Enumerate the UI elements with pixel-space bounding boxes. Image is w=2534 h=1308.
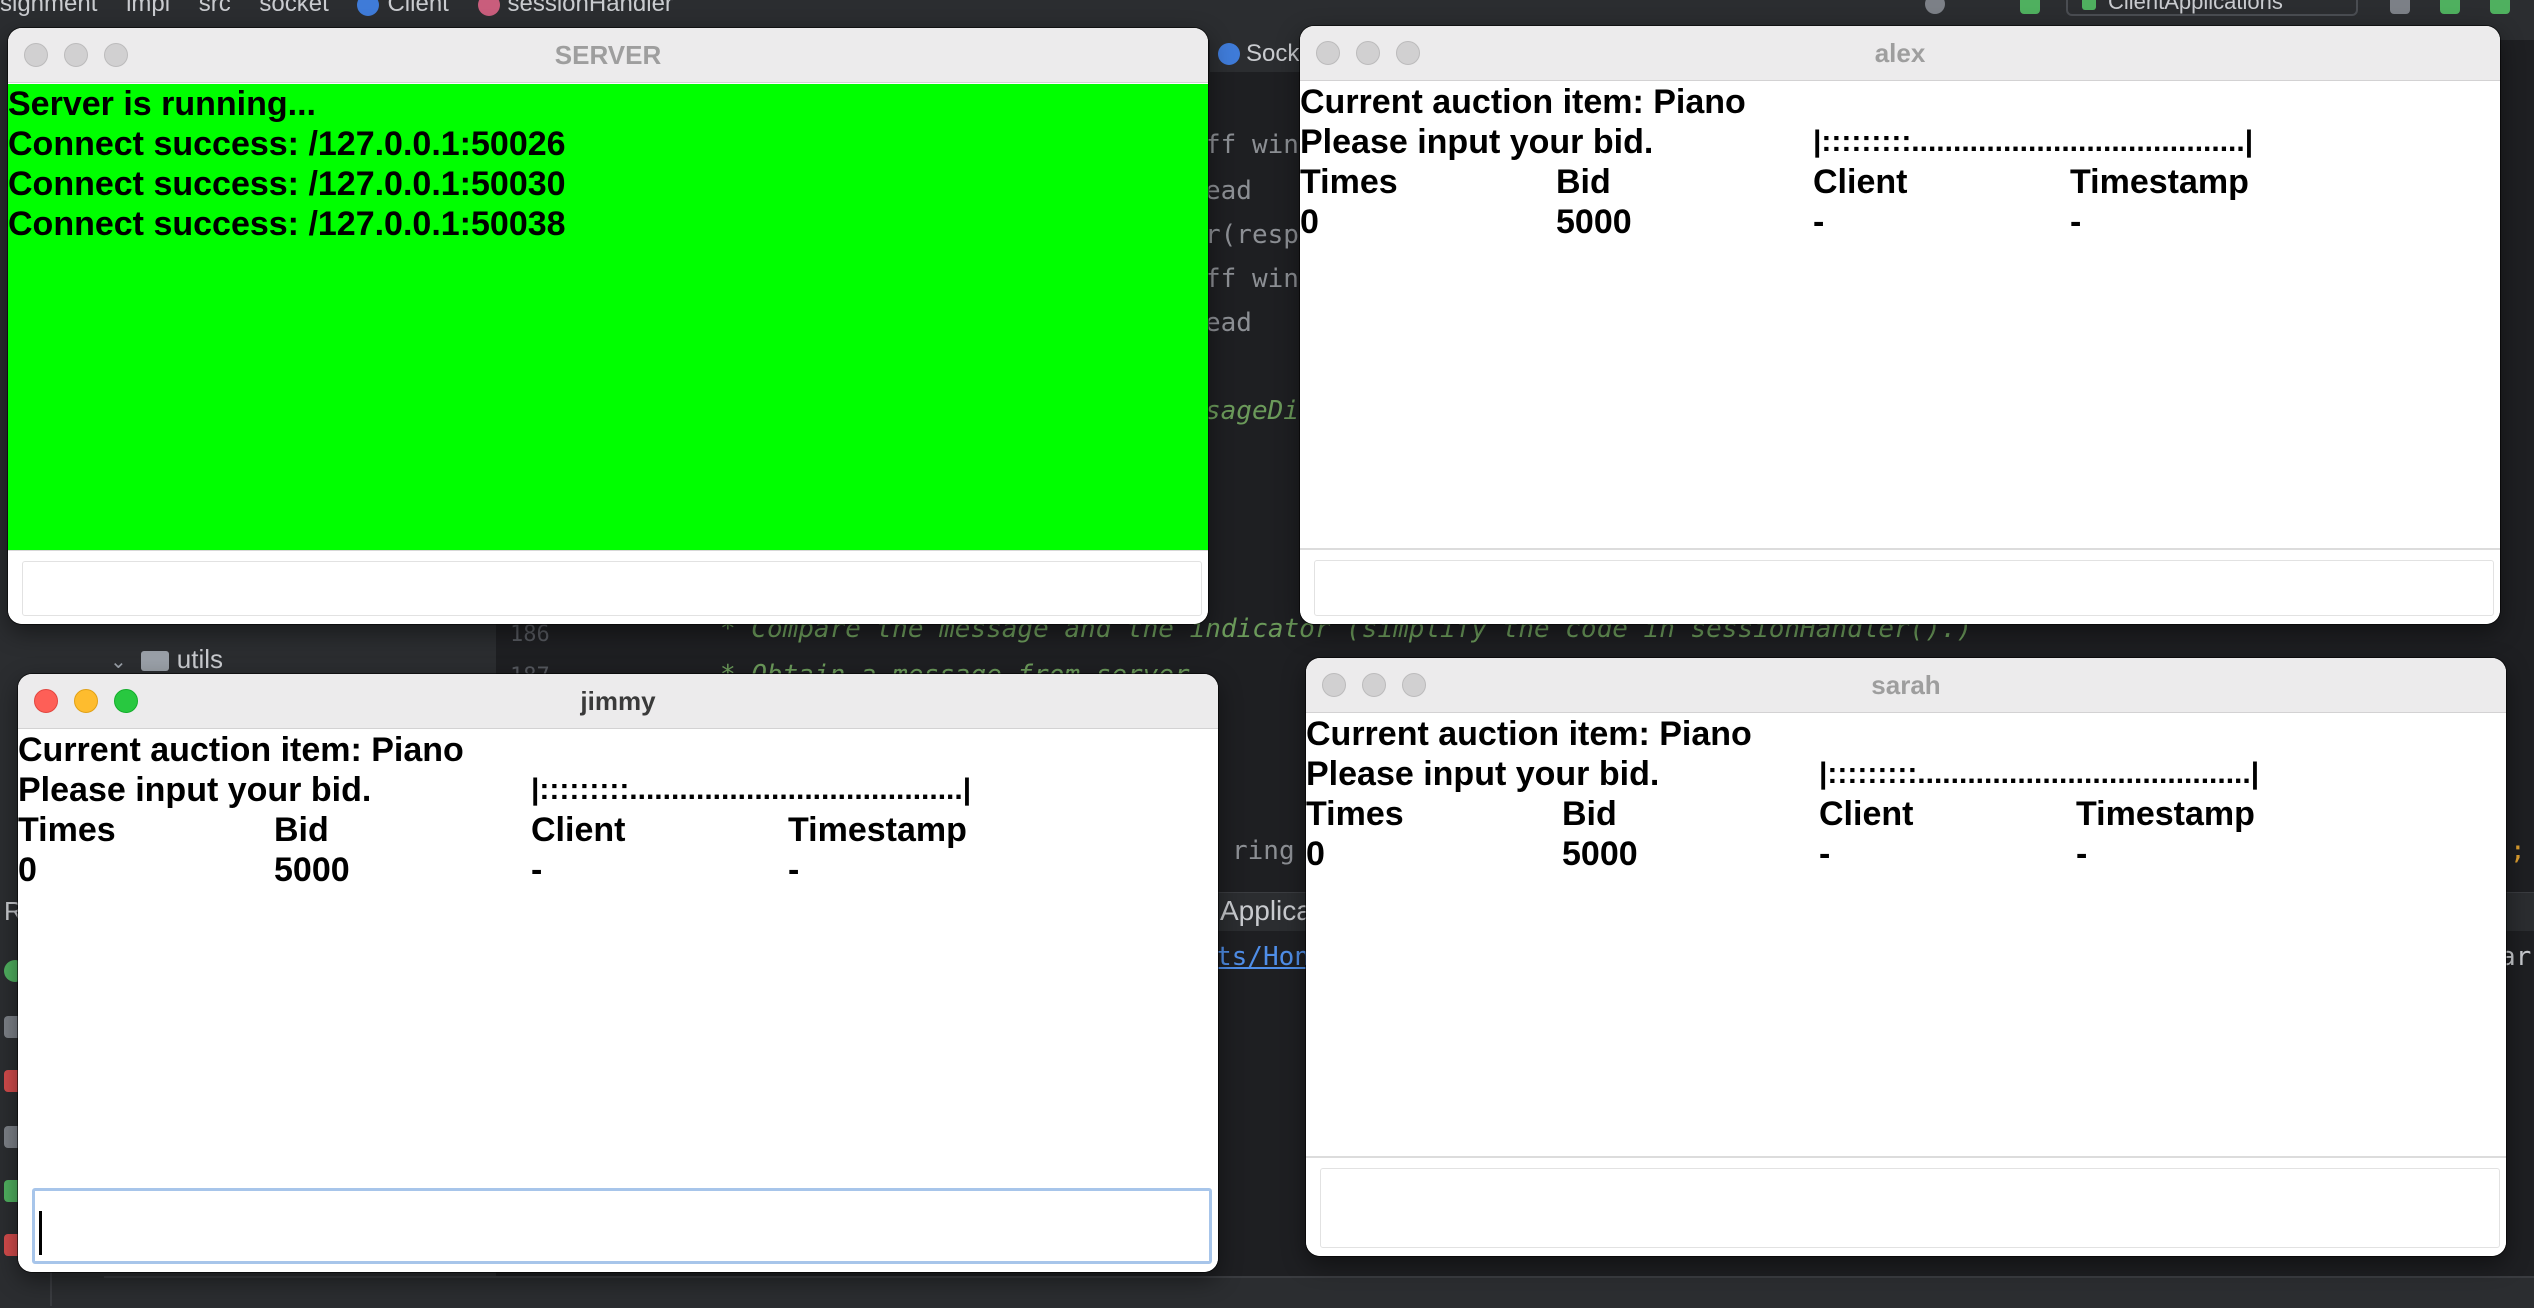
table-cell: - <box>788 851 800 889</box>
table-cell: 0 <box>1300 203 1319 241</box>
bid-input-area <box>1306 1156 2506 1256</box>
log-line: Connect success: /127.0.0.1:50026 <box>8 125 566 163</box>
bid-input[interactable] <box>1320 1168 2500 1248</box>
line-number: 186 <box>510 622 550 647</box>
column-header: Times <box>1300 163 1398 201</box>
code-line: sageDi <box>1205 396 1299 426</box>
table-cell: 5000 <box>1562 835 1638 873</box>
table-cell: - <box>1813 203 1825 241</box>
server-input[interactable] <box>22 561 1202 616</box>
breadcrumb-item[interactable]: impl <box>126 0 170 17</box>
bid-prompt: Please input your bid. <box>1300 123 1654 161</box>
bid-input[interactable] <box>32 1188 1212 1264</box>
table-cell: 0 <box>1306 835 1325 873</box>
column-header: Client <box>531 811 626 849</box>
tree-item-utils[interactable]: ⌄ utils <box>110 644 223 675</box>
table-cell: - <box>2070 203 2082 241</box>
chevron-down-icon: ⌄ <box>110 651 127 673</box>
ide-toolbar: signment impl src socket Client sessionH… <box>0 0 2534 18</box>
auction-display: Current auction item: Piano Please input… <box>18 730 1218 1176</box>
bid-prompt: Please input your bid. <box>1306 755 1660 793</box>
breadcrumb-item[interactable]: signment <box>0 0 97 17</box>
build-icon[interactable] <box>2020 0 2040 14</box>
column-header: Client <box>1819 795 1914 833</box>
app-icon <box>2082 0 2096 10</box>
table-cell: 0 <box>18 851 37 889</box>
auction-item-label: Current auction item: Piano <box>18 731 464 769</box>
window-title: sarah <box>1871 670 1941 700</box>
auction-item-label: Current auction item: Piano <box>1300 83 1746 121</box>
console-link[interactable]: ts/Hon <box>1216 942 1310 972</box>
log-line: Connect success: /127.0.0.1:50038 <box>8 205 566 243</box>
breadcrumb-item[interactable]: src <box>199 0 231 17</box>
column-header: Client <box>1813 163 1908 201</box>
column-header: Timestamp <box>2070 163 2249 201</box>
column-header: Bid <box>1562 795 1617 833</box>
code-line: ; <box>2510 836 2526 866</box>
window-title: jimmy <box>580 686 656 716</box>
user-icon[interactable] <box>1925 0 1945 14</box>
code-line: r(resp <box>1205 220 1299 250</box>
status-bar <box>104 1276 2534 1308</box>
column-header: Times <box>1306 795 1404 833</box>
table-cell: 5000 <box>1556 203 1632 241</box>
window-title: alex <box>1874 38 1926 68</box>
code-line: ff win <box>1205 264 1299 294</box>
countdown-bar: |:::::::::..............................… <box>1813 125 2254 158</box>
log-line: Server is running... <box>8 85 316 123</box>
bid-input[interactable] <box>1314 560 2494 616</box>
bid-input-area <box>1300 548 2500 624</box>
text-caret <box>39 1211 42 1255</box>
breadcrumb: signment impl src socket Client sessionH… <box>0 0 695 18</box>
gear-icon[interactable] <box>2440 0 2460 14</box>
server-window[interactable]: SERVER Server is running... Connect succ… <box>8 28 1208 624</box>
debug-icon[interactable] <box>2390 0 2410 14</box>
run-configuration-select[interactable]: ClientApplications <box>2066 0 2358 16</box>
class-icon <box>1218 43 1240 65</box>
bid-prompt: Please input your bid. <box>18 771 372 809</box>
editor-tab[interactable]: Sock <box>1210 36 1300 72</box>
folder-icon <box>140 651 169 672</box>
run-panel-tab[interactable]: Applica <box>1220 895 1312 927</box>
title-bar[interactable]: jimmy <box>18 674 1218 729</box>
code-line: ff win <box>1205 130 1299 160</box>
column-header: Bid <box>1556 163 1611 201</box>
countdown-bar: |:::::::::..............................… <box>531 773 972 806</box>
server-log-area[interactable]: Server is running... Connect success: /1… <box>8 84 1208 550</box>
run-icon[interactable] <box>2490 0 2510 14</box>
table-cell: - <box>2076 835 2088 873</box>
auction-display: Current auction item: Piano Please input… <box>1300 82 2500 548</box>
column-header: Timestamp <box>788 811 967 849</box>
auction-display: Current auction item: Piano Please input… <box>1306 714 2506 1156</box>
column-header: Bid <box>274 811 329 849</box>
method-icon <box>477 0 500 16</box>
breadcrumb-item-method[interactable]: sessionHandler <box>477 0 673 17</box>
breadcrumb-item-client[interactable]: Client <box>357 0 449 17</box>
window-title: SERVER <box>554 40 662 70</box>
table-cell: - <box>531 851 543 889</box>
client-window-jimmy[interactable]: jimmy Current auction item: Piano Please… <box>18 674 1218 1272</box>
breadcrumb-item[interactable]: socket <box>259 0 328 17</box>
table-cell: - <box>1819 835 1831 873</box>
title-bar[interactable]: sarah <box>1306 658 2506 713</box>
auction-item-label: Current auction item: Piano <box>1306 715 1752 753</box>
log-line: Connect success: /127.0.0.1:50030 <box>8 165 566 203</box>
code-line: ead <box>1205 308 1252 338</box>
client-window-alex[interactable]: alex Current auction item: Piano Please … <box>1300 26 2500 624</box>
server-input-area <box>8 550 1208 624</box>
column-header: Times <box>18 811 116 849</box>
title-bar[interactable]: alex <box>1300 26 2500 81</box>
bid-input-area <box>18 1176 1218 1272</box>
class-icon <box>357 0 380 16</box>
countdown-bar: |:::::::::..............................… <box>1819 757 2260 790</box>
column-header: Timestamp <box>2076 795 2255 833</box>
table-cell: 5000 <box>274 851 350 889</box>
client-window-sarah[interactable]: sarah Current auction item: Piano Please… <box>1306 658 2506 1256</box>
title-bar[interactable]: SERVER <box>8 28 1208 83</box>
code-line: ead <box>1205 176 1252 206</box>
